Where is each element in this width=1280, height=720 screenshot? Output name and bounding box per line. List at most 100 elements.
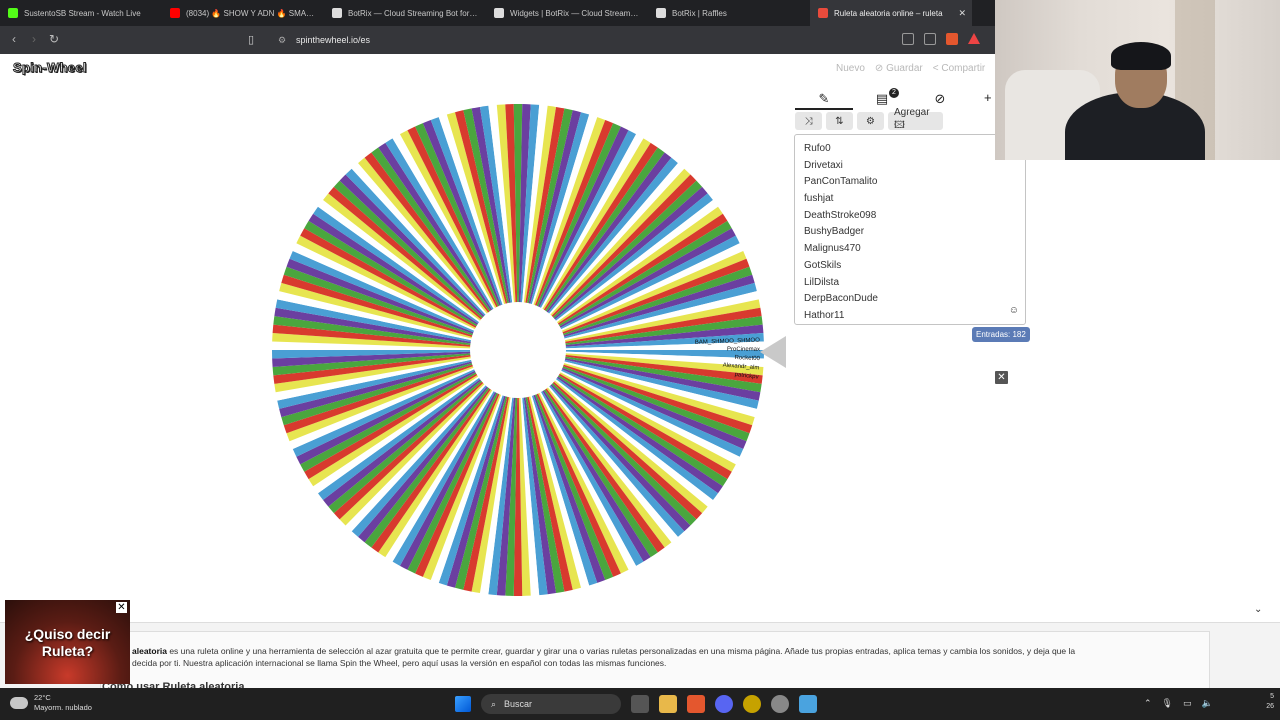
shuffle-icon: ⤨ — [804, 115, 813, 127]
brave-rewards-icon[interactable] — [968, 33, 980, 44]
spin-wheel[interactable]: BAM_SHMOO_SHMOO ProCinemax Rocket00 Alexand… — [270, 102, 766, 598]
eye-off-icon: ⊘ — [934, 91, 946, 106]
browser-tab[interactable]: SustentoSB Stream - Watch Live — [0, 0, 162, 26]
streamer-headset — [1111, 42, 1171, 70]
entry-line: fushjat — [804, 193, 834, 205]
reload-icon[interactable]: ↻ — [46, 32, 62, 46]
close-icon[interactable]: ✕ — [995, 371, 1008, 384]
top-buttons: Nuevo ⊘ Guardar < Compartir — [836, 63, 985, 74]
promo-close-icon[interactable]: ✕ — [116, 602, 127, 613]
add-image-button[interactable]: Agregar 🖾 — [888, 107, 943, 131]
taskbar-icons: ⌕ Buscar — [455, 694, 817, 714]
taskbar-search[interactable]: ⌕ Buscar — [481, 694, 621, 714]
entries-count-badge: Entradas: 182 — [972, 327, 1030, 342]
wheel-center[interactable] — [470, 302, 566, 398]
browser-tab[interactable]: BotRix | Raffles — [648, 0, 810, 26]
browser-tab[interactable]: Widgets | BotRix — Cloud Streaming — [486, 0, 648, 26]
file-explorer-icon[interactable] — [659, 695, 677, 713]
gear-icon: ⚙ — [866, 115, 875, 127]
shuffle-button[interactable]: ⤨ — [795, 112, 822, 130]
url-text: spinthewheel.io/es — [296, 35, 371, 45]
wheel-segment-label: ProCinemax — [727, 347, 760, 353]
notepad-icon[interactable] — [799, 695, 817, 713]
url-field[interactable]: ⚙ spinthewheel.io/es — [270, 31, 990, 49]
weather-widget[interactable]: 22°C Mayorm. nublado — [10, 693, 92, 713]
search-icon: ⌕ — [491, 698, 497, 709]
tab-label: SustentoSB Stream - Watch Live — [24, 8, 141, 18]
wheel-pointer-icon — [760, 336, 786, 368]
cloud-icon — [10, 697, 28, 709]
entry-line: GotSkils — [804, 259, 842, 271]
chevron-down-icon[interactable]: ⌄ — [1254, 604, 1262, 615]
tab-favicon-icon — [170, 8, 180, 18]
site-info-icon[interactable]: ⚙ — [278, 35, 288, 45]
pencil-icon: ✎ — [818, 91, 830, 106]
browser-tab[interactable]: (8034) 🔥 SHOW Y ADN 🔥 SMASH — [162, 0, 324, 26]
browser-tab[interactable]: Ruleta aleatoria online – ruleta ✕ — [810, 0, 972, 26]
reader-icon[interactable] — [902, 33, 914, 45]
entry-line: LilDilsta — [804, 276, 840, 288]
tab-favicon-icon — [494, 8, 504, 18]
results-badge: 2 — [889, 88, 899, 98]
entry-line: BushyBadger — [804, 226, 865, 238]
forward-icon[interactable]: › — [26, 32, 42, 46]
system-tray: ⌃ 🎙 ▭ 🔈 — [1144, 698, 1213, 709]
panel-tools: ⤨ ⇅ ⚙ Agregar 🖾 — [795, 107, 943, 131]
tab-label: Widgets | BotRix — Cloud Streaming — [510, 8, 640, 18]
task-view-icon[interactable] — [631, 695, 649, 713]
entry-line: Drivetaxi — [804, 159, 843, 171]
clock[interactable]: 5 26 — [1258, 692, 1274, 712]
back-icon[interactable]: ‹ — [6, 32, 22, 46]
tab-label: BotRix — Cloud Streaming Bot for Tw — [348, 8, 478, 18]
description-section: aleatoria es una ruleta online y una her… — [0, 622, 1280, 693]
volume-icon[interactable]: 🔈 — [1202, 698, 1213, 709]
weather-temp: 22°C — [34, 693, 51, 702]
bookmark-icon[interactable]: ▯ — [248, 33, 260, 47]
tray-chevron-icon[interactable]: ⌃ — [1144, 698, 1152, 709]
promo-overlay[interactable]: ✕ ¿Quiso decir Ruleta? — [5, 600, 130, 684]
network-icon[interactable]: ▭ — [1183, 698, 1192, 709]
tab-label: Ruleta aleatoria online – ruleta — [834, 8, 943, 18]
tab-favicon-icon — [8, 8, 18, 18]
brave-browser-icon[interactable] — [687, 695, 705, 713]
windows-start-icon[interactable] — [455, 696, 471, 712]
discord-icon[interactable] — [715, 695, 733, 713]
share-icon[interactable] — [924, 33, 936, 45]
microphone-icon[interactable]: 🎙 — [1162, 698, 1173, 709]
share-button[interactable]: < Compartir — [933, 63, 986, 74]
add-wheel-icon[interactable]: + — [984, 90, 992, 105]
entry-line: Hathor11 — [804, 309, 845, 321]
promo-text: ¿Quiso decir Ruleta? — [24, 626, 111, 659]
entry-line: DerpBaconDude — [804, 293, 878, 305]
brave-shield-icon[interactable] — [946, 33, 958, 45]
emoji-icon[interactable]: ☺ — [1009, 305, 1019, 316]
clipboard-icon: ▤ — [875, 91, 889, 106]
tab-close-icon[interactable]: ✕ — [958, 8, 966, 19]
settings-button[interactable]: ⚙ — [857, 112, 884, 130]
tab-label: (8034) 🔥 SHOW Y ADN 🔥 SMASH — [186, 8, 316, 18]
site-logo[interactable]: Spin-Wheel — [13, 60, 87, 76]
tab-edit[interactable]: ✎ — [795, 88, 853, 110]
webcam-overlay — [995, 0, 1280, 160]
entry-line: PanConTamalito — [804, 176, 878, 188]
tab-favicon-icon — [818, 8, 828, 18]
sort-button[interactable]: ⇅ — [826, 112, 853, 130]
weather-desc: Mayorm. nublado — [34, 703, 92, 712]
browser-toolbar — [902, 33, 980, 47]
entry-line: Malignus470 — [804, 243, 861, 255]
wheel-svg[interactable]: BAM_SHMOO_SHMOOProCinemaxRocket00Alexand… — [270, 102, 766, 598]
entry-line: Rufo0 — [804, 143, 831, 154]
app-icon[interactable] — [771, 695, 789, 713]
browser-tab[interactable]: BotRix — Cloud Streaming Bot for Tw — [324, 0, 486, 26]
obs-icon[interactable] — [743, 695, 761, 713]
entry-line: DeathStroke098 — [804, 209, 877, 221]
save-button[interactable]: ⊘ Guardar — [875, 63, 923, 74]
entries-textarea[interactable]: Rufo0 Drivetaxi PanConTamalito fushjat Death… — [794, 134, 1026, 325]
new-button[interactable]: Nuevo — [836, 63, 865, 74]
sort-icon: ⇅ — [835, 115, 844, 127]
description-text: aleatoria es una ruleta online y una her… — [132, 646, 1076, 668]
tab-favicon-icon — [656, 8, 666, 18]
tab-favicon-icon — [332, 8, 342, 18]
taskbar: 22°C Mayorm. nublado ⌕ Buscar ⌃ 🎙 ▭ 🔈 5 2… — [0, 688, 1280, 720]
tab-label: BotRix | Raffles — [672, 8, 727, 18]
